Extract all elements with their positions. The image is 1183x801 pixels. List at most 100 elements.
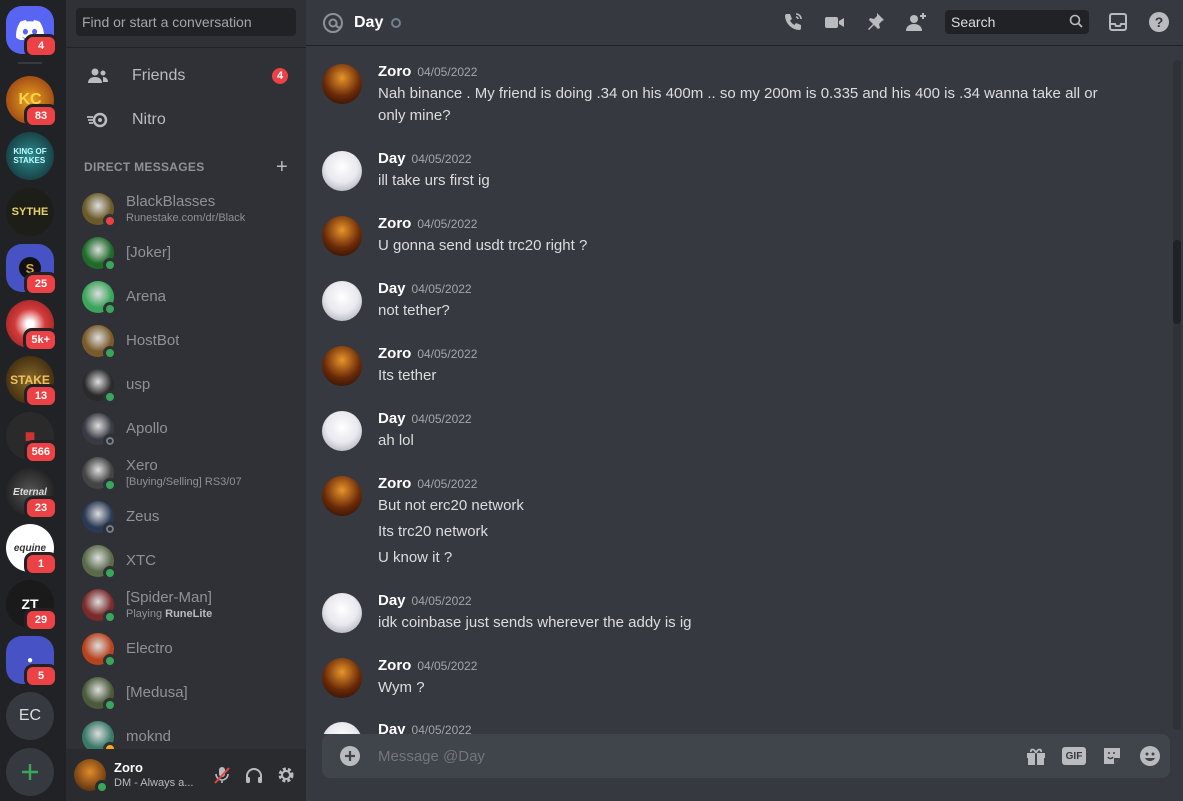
dm-item[interactable]: Apollo [74, 408, 298, 450]
message-author[interactable]: Zoro [378, 475, 411, 492]
avatar [82, 545, 117, 580]
message-timestamp: 04/05/2022 [417, 347, 478, 361]
message-avatar[interactable] [322, 64, 362, 104]
scrollbar-thumb[interactable] [1173, 240, 1181, 324]
message-avatar[interactable] [322, 593, 362, 633]
dm-item[interactable]: Electro [74, 628, 298, 670]
add-server-button[interactable] [6, 748, 54, 796]
server-icon-stake[interactable]: STAKE 13 [6, 356, 58, 408]
avatar [82, 677, 117, 712]
status-indicator [103, 302, 117, 316]
gift-icon[interactable] [1024, 744, 1048, 768]
dm-item[interactable]: Arena [74, 276, 298, 318]
chat-area: Day Search ? Zoro 04/05/2022 Nah binance… [306, 0, 1183, 801]
dm-item[interactable]: BlackBlasses Runestake.com/dr/Black [74, 188, 298, 230]
user-status: DM - Always a... [114, 777, 194, 789]
message-text: U gonna send usdt trc20 right ? [378, 237, 588, 254]
message-timestamp: 04/05/2022 [411, 412, 472, 426]
emoji-icon[interactable] [1138, 744, 1162, 768]
message-author[interactable]: Zoro [378, 345, 411, 362]
user-panel: Zoro DM - Always a... [66, 749, 306, 801]
message-timestamp: 04/05/2022 [417, 477, 478, 491]
message-author[interactable]: Day [378, 410, 406, 427]
server-icon-zt[interactable]: ZT 29 [6, 580, 58, 632]
friends-nav-item[interactable]: Friends 4 [74, 55, 298, 97]
server-icon-red[interactable]: 5k+ [6, 300, 58, 352]
dm-name: Apollo [126, 420, 168, 437]
dm-name: Arena [126, 288, 167, 305]
headphones-icon[interactable] [242, 763, 266, 787]
dm-item[interactable]: XTC [74, 540, 298, 582]
message-author[interactable]: Day [378, 150, 406, 167]
message-avatar[interactable] [322, 411, 362, 451]
message-author[interactable]: Zoro [378, 215, 411, 232]
user-avatar[interactable] [74, 759, 109, 794]
message-author[interactable]: Zoro [378, 63, 411, 80]
dm-name: Zeus [126, 508, 160, 525]
upload-plus-icon[interactable] [338, 744, 362, 768]
message-avatar[interactable] [322, 476, 362, 516]
nitro-nav-item[interactable]: Nitro [74, 99, 298, 141]
message-avatar[interactable] [322, 346, 362, 386]
message-avatar[interactable] [322, 658, 362, 698]
gif-picker-icon[interactable]: GIF [1062, 747, 1086, 765]
message-avatar[interactable] [322, 281, 362, 321]
find-conversation-input[interactable]: Find or start a conversation [76, 8, 296, 36]
status-indicator [103, 434, 117, 448]
message-author[interactable]: Day [378, 592, 406, 609]
server-icon-s[interactable]: S 25 [6, 244, 58, 296]
avatar [82, 589, 117, 624]
server-icon-kc[interactable]: KC 83 [6, 76, 58, 128]
message-avatar[interactable] [322, 722, 362, 734]
home-button[interactable]: 4 [6, 6, 58, 58]
create-dm-plus-icon[interactable]: + [276, 157, 288, 177]
dm-name: usp [126, 376, 151, 393]
avatar [82, 193, 117, 228]
server-icon-eternal[interactable]: Eternal 23 [6, 468, 58, 520]
server-icon-sythe[interactable]: SYTHE [6, 188, 54, 236]
server-icon-king-of-stakes[interactable]: KING OF STAKES [6, 132, 54, 180]
dm-item[interactable]: usp [74, 364, 298, 406]
status-indicator [103, 258, 117, 272]
message-text: Nah binance . My friend is doing .34 on … [378, 85, 1098, 102]
dm-item[interactable]: [Joker] [74, 232, 298, 274]
message-text: Its tether [378, 367, 437, 384]
message-text: not tether? [378, 302, 450, 319]
dm-name: moknd [126, 728, 172, 745]
message-avatar[interactable] [322, 216, 362, 256]
mute-microphone-icon[interactable] [210, 763, 234, 787]
message-text: ah lol [378, 432, 414, 449]
notification-badge: 25 [24, 272, 58, 296]
message-author[interactable]: Zoro [378, 657, 411, 674]
message-composer[interactable]: Message @Day GIF [322, 734, 1170, 778]
settings-gear-icon[interactable] [274, 763, 298, 787]
dm-heading-label: DIRECT MESSAGES [84, 160, 205, 174]
message-avatar[interactable] [322, 151, 362, 191]
status-indicator [103, 390, 117, 404]
dm-item[interactable]: HostBot [74, 320, 298, 362]
status-indicator [103, 566, 117, 580]
dm-name: Xero [126, 457, 158, 474]
message-timestamp: 04/05/2022 [417, 659, 478, 673]
direct-messages-heading: DIRECT MESSAGES + [84, 157, 288, 177]
message-text: ill take urs first ig [378, 172, 490, 189]
message-author[interactable]: Day [378, 721, 406, 734]
avatar [82, 633, 117, 668]
avatar [82, 457, 117, 492]
discord-app: 4 KC 83 KING OF STAKES SYTHE S 25 5k+ STA… [0, 0, 1183, 801]
dm-item[interactable]: [Medusa] [74, 672, 298, 714]
dm-sidebar: Find or start a conversation Friends 4 N… [66, 0, 306, 801]
server-icon-blue[interactable]: ● 5 [6, 636, 58, 688]
dm-item[interactable]: Zeus [74, 496, 298, 538]
dm-item[interactable]: Xero [Buying/Selling] RS3/07 [74, 452, 298, 494]
server-icon-equine[interactable]: equine 1 [6, 524, 58, 576]
dm-item[interactable]: [Spider-Man] Playing RuneLite [74, 584, 298, 626]
scrollbar-track[interactable] [1173, 60, 1181, 730]
message-input[interactable]: Message @Day [378, 748, 485, 765]
server-icon-ninja[interactable]: ■ 566 [6, 412, 58, 464]
message-author[interactable]: Day [378, 280, 406, 297]
avatar [82, 325, 117, 360]
dm-subtitle: [Buying/Selling] RS3/07 [126, 476, 242, 488]
sticker-icon[interactable] [1100, 744, 1124, 768]
server-icon-ec[interactable]: EC [6, 692, 54, 740]
